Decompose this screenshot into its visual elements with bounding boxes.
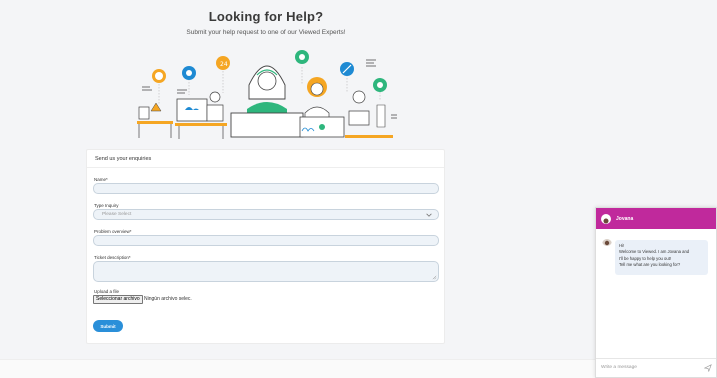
message-avatar: [602, 236, 612, 246]
page-footer: [0, 359, 595, 378]
chat-message-bubble: Hi! Welcome to Viewed. I am Jovana and I…: [615, 240, 708, 275]
svg-text:24: 24: [220, 61, 228, 68]
resize-handle-icon[interactable]: [432, 275, 437, 280]
enquiry-form-card: Send us your enquiries Name* Type Inquir…: [86, 149, 445, 344]
name-label: Name*: [94, 177, 108, 182]
upload-label: Upload a file: [94, 289, 120, 294]
chat-header[interactable]: Jovana: [596, 208, 716, 229]
type-inquiry-label: Type Inquiry: [94, 203, 119, 208]
agent-name: Jovana: [616, 215, 634, 222]
chat-message-input[interactable]: Write a message: [596, 358, 716, 377]
agent-avatar: [601, 213, 611, 224]
problem-overview-input[interactable]: [93, 235, 439, 246]
hero-title: Looking for Help?: [208, 9, 324, 24]
ticket-description-textarea[interactable]: [93, 261, 439, 282]
submit-button[interactable]: Submit: [93, 320, 123, 332]
choose-file-button[interactable]: Seleccionar archivo: [93, 295, 143, 304]
send-icon[interactable]: [704, 364, 712, 372]
chat-message-line: Tell me what are you looking for?: [619, 261, 681, 267]
chat-input-placeholder: Write a message: [601, 365, 637, 370]
name-input[interactable]: [93, 183, 439, 194]
chat-widget: Jovana Hi! Welcome to Viewed. I am Jovan…: [595, 207, 717, 378]
type-inquiry-select[interactable]: Please Select: [93, 209, 439, 220]
hero-subtitle: Submit your help request to one of our V…: [186, 29, 346, 36]
file-status-text: Ningún archivo selec.: [144, 296, 192, 302]
support-team-illustration: 24: [137, 50, 397, 139]
problem-overview-label: Problem overview*: [94, 229, 132, 234]
chevron-down-icon: [426, 213, 432, 217]
ticket-description-label: Ticket description*: [94, 255, 131, 260]
type-inquiry-placeholder: Please Select: [102, 212, 132, 217]
form-heading: Send us your enquiries: [87, 150, 444, 168]
